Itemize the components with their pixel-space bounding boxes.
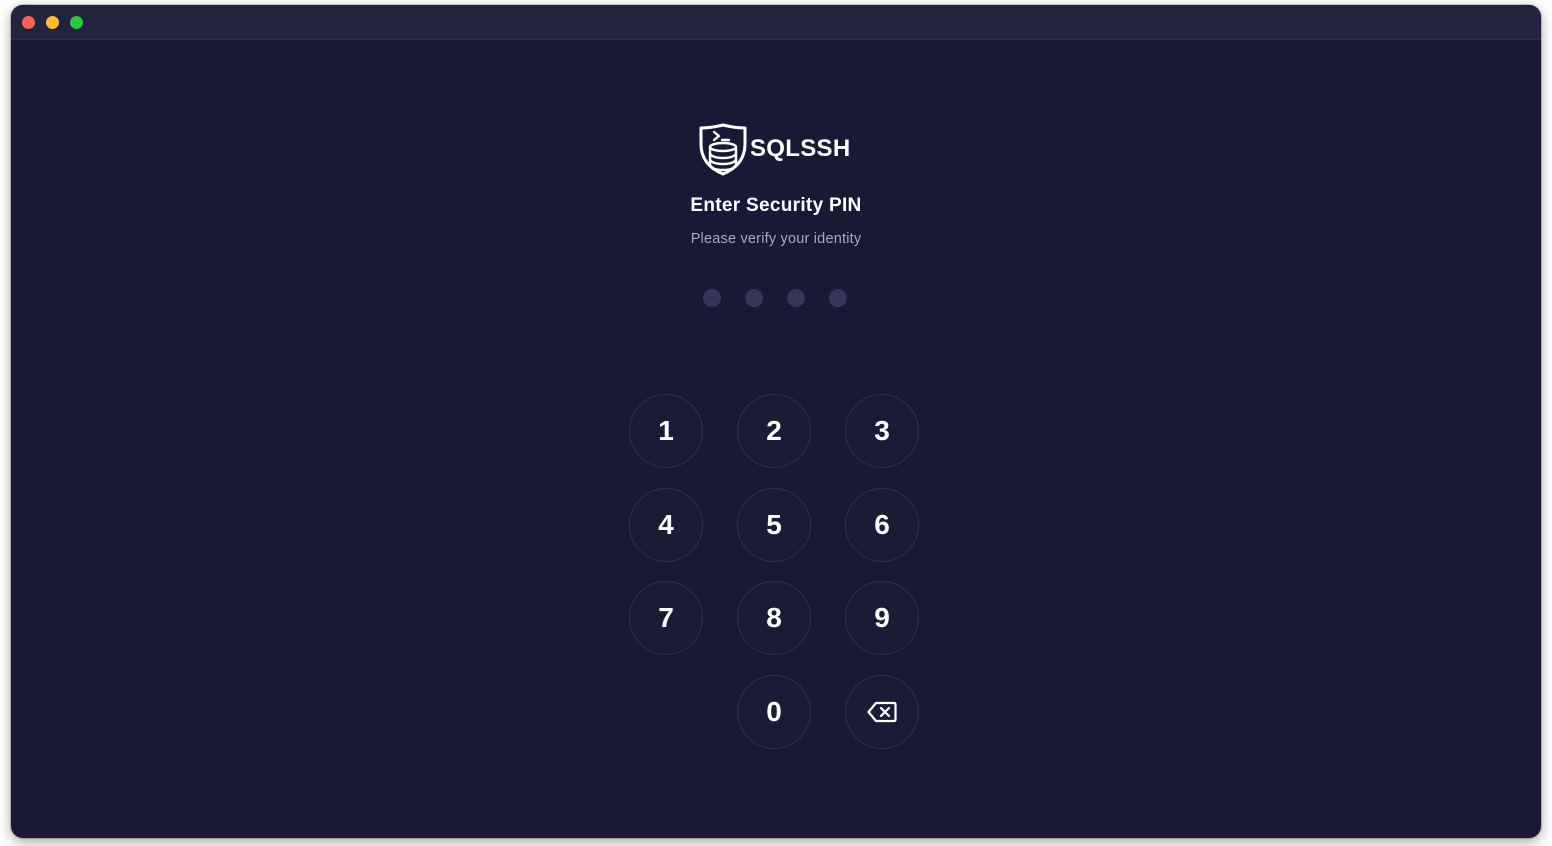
pin-indicator <box>703 289 847 307</box>
close-window-button[interactable] <box>22 16 35 29</box>
key-0-button[interactable]: 0 <box>737 675 811 749</box>
key-6-button[interactable]: 6 <box>845 488 919 562</box>
brand: SQLSSH <box>698 122 850 176</box>
pin-dot <box>745 289 763 307</box>
key-5-button[interactable]: 5 <box>737 488 811 562</box>
pin-dot <box>787 289 805 307</box>
pin-dot <box>829 289 847 307</box>
key-4-button[interactable]: 4 <box>629 488 703 562</box>
brand-name: SQLSSH <box>750 135 851 162</box>
key-8-button[interactable]: 8 <box>737 581 811 655</box>
key-3-button[interactable]: 3 <box>845 394 919 468</box>
pin-subtitle: Please verify your identity <box>690 231 862 247</box>
key-9-button[interactable]: 9 <box>845 581 919 655</box>
key-2-button[interactable]: 2 <box>737 394 811 468</box>
pin-title: Enter Security PIN <box>690 195 862 216</box>
backspace-icon <box>867 701 897 723</box>
shield-database-terminal-icon <box>699 123 747 176</box>
app-window: SQLSSH Enter Security PIN Please verify … <box>11 5 1541 838</box>
keypad: 1 2 3 4 5 6 7 8 9 0 <box>629 394 923 752</box>
key-7-button[interactable]: 7 <box>629 581 703 655</box>
minimize-window-button[interactable] <box>46 16 59 29</box>
title-bar <box>11 5 1541 40</box>
maximize-window-button[interactable] <box>70 16 83 29</box>
pin-dot <box>703 289 721 307</box>
key-1-button[interactable]: 1 <box>629 394 703 468</box>
backspace-button[interactable] <box>845 675 919 749</box>
